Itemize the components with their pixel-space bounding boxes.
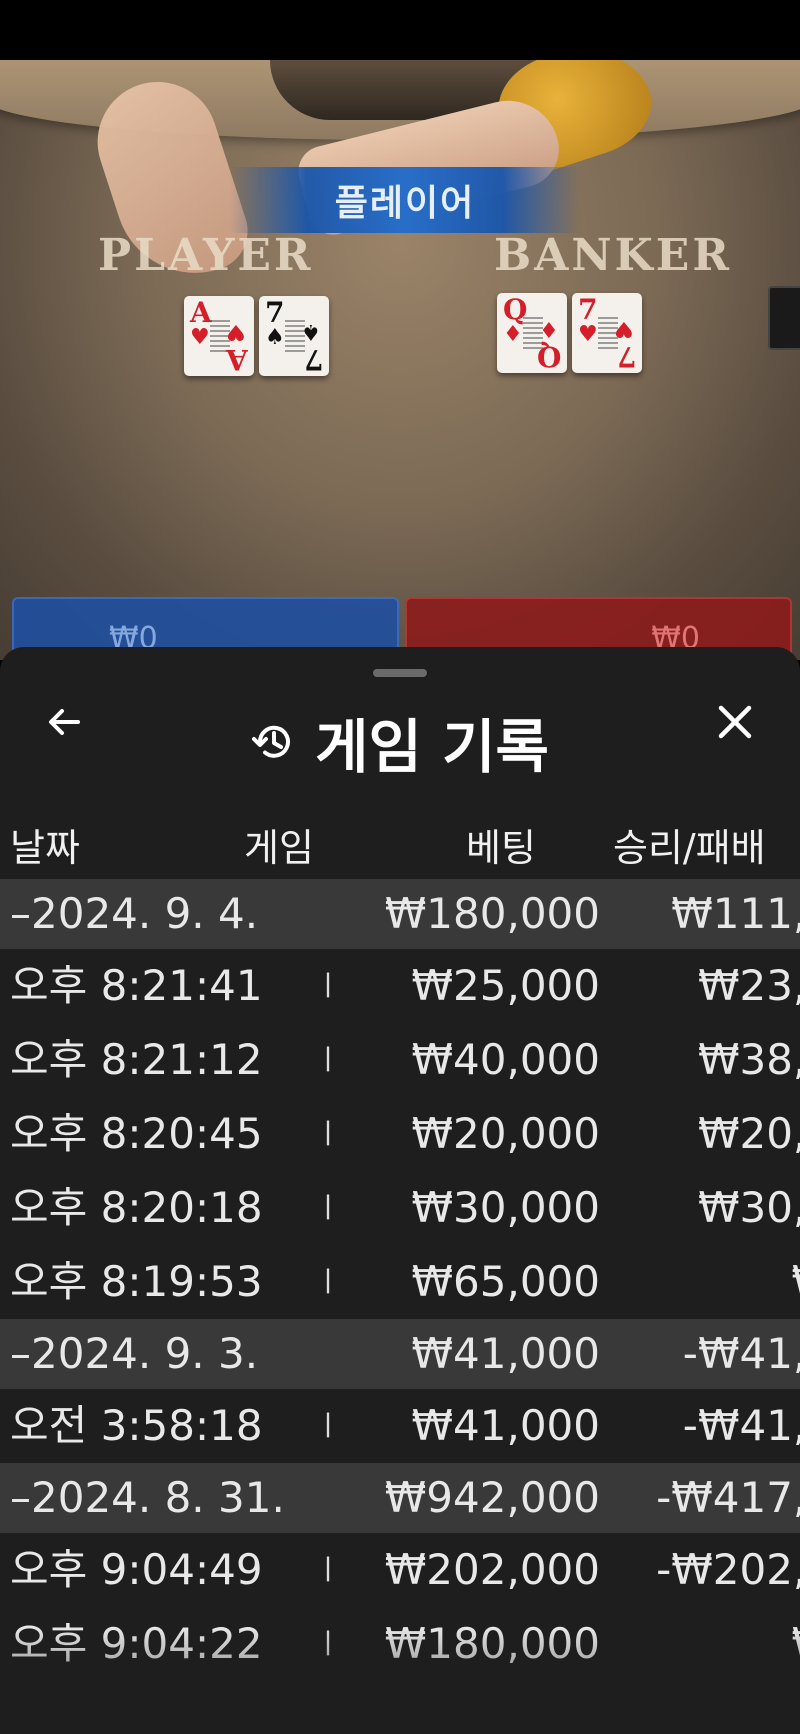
column-game: 게임 <box>244 826 314 870</box>
player-card-1: A ♥ ♥ A <box>184 296 254 376</box>
row-date: 오후 8:21:41 <box>10 961 263 1010</box>
date-group-row[interactable]: –2024. 9. 3. ₩41,000 -₩41,0 <box>0 1319 800 1389</box>
date-group-row[interactable]: –2024. 8. 31. ₩942,000 -₩417,5 <box>0 1463 800 1533</box>
row-bet: ₩41,000 <box>411 1401 601 1450</box>
row-bet: ₩180,000 <box>384 889 600 938</box>
row-game: ㅣ <box>315 1043 341 1076</box>
column-date: 날짜 <box>10 826 80 870</box>
row-date: 오후 8:19:53 <box>10 1257 263 1306</box>
date-group-row[interactable]: –2024. 9. 4. ₩180,000 ₩111,7 <box>0 879 800 949</box>
row-win-loss: -₩41,0 <box>682 1329 800 1378</box>
row-win-loss: -₩417,5 <box>656 1473 800 1522</box>
banker-card-1: Q ♦ ♦ Q <box>497 293 567 373</box>
row-win-loss: ₩38,0 <box>697 1035 800 1084</box>
scroll-fade <box>0 1627 800 1734</box>
row-game: ㅣ <box>315 1191 341 1224</box>
live-video: 플레이어 PLAYER BANKER A ♥ ♥ A 7 ♠ ♠ 7 Q ♦ ♦ Q 7 ♥ … <box>0 60 800 660</box>
history-table: –2024. 9. 4. ₩180,000 ₩111,7 오후 8:21:41 ㅣ ₩25… <box>0 879 800 1681</box>
drag-handle[interactable] <box>373 669 427 677</box>
row-date: –2024. 9. 3. <box>10 1329 259 1378</box>
row-bet: ₩40,000 <box>411 1035 601 1084</box>
row-bet: ₩25,000 <box>411 961 601 1010</box>
row-win-loss: ₩20,0 <box>697 1109 800 1158</box>
row-bet: ₩65,000 <box>411 1257 601 1306</box>
row-date: 오후 9:04:49 <box>10 1545 263 1594</box>
banker-label: BANKER <box>494 230 732 281</box>
row-game: ㅣ <box>315 1117 341 1150</box>
row-bet: ₩30,000 <box>411 1183 601 1232</box>
row-date: 오후 8:20:45 <box>10 1109 263 1158</box>
row-game: ㅣ <box>315 1553 341 1586</box>
row-win-loss: ₩23,7 <box>697 961 800 1010</box>
row-win-loss: -₩41,0 <box>682 1401 800 1450</box>
row-bet: ₩942,000 <box>384 1473 600 1522</box>
top-bar <box>0 0 800 60</box>
table-row[interactable]: 오후 8:20:18 ㅣ ₩30,000 ₩30,0 <box>0 1171 800 1245</box>
history-icon <box>252 725 291 758</box>
table-row[interactable]: 오후 8:21:12 ㅣ ₩40,000 ₩38,0 <box>0 1023 800 1097</box>
table-row[interactable]: 오후 9:04:49 ㅣ ₩202,000 -₩202,0 <box>0 1533 800 1607</box>
table-row[interactable]: 오후 8:20:45 ㅣ ₩20,000 ₩20,0 <box>0 1097 800 1171</box>
sheet-title: 게임 기록 <box>315 713 549 781</box>
banker-card-2: 7 ♥ ♥ 7 <box>572 293 642 373</box>
game-history-sheet: 게임 기록 날짜 게임 베팅 승리/패배 –2024. 9. 4. ₩180,00… <box>0 647 800 1734</box>
sheet-header: 게임 기록 <box>0 702 800 782</box>
row-win-loss: ₩111,7 <box>671 889 800 938</box>
row-date: –2024. 9. 4. <box>10 889 259 938</box>
column-bet: 베팅 <box>466 826 536 870</box>
row-date: –2024. 8. 31. <box>10 1473 285 1522</box>
row-game: ㅣ <box>315 1409 341 1442</box>
row-date: 오후 8:21:12 <box>10 1035 263 1084</box>
row-win-loss: ₩ <box>613 1245 800 1319</box>
table-row[interactable]: 오후 8:21:41 ㅣ ₩25,000 ₩23,7 <box>0 949 800 1023</box>
player-label: PLAYER <box>98 230 314 281</box>
close-icon <box>718 705 752 739</box>
row-game: ㅣ <box>315 1265 341 1298</box>
table-row[interactable]: 오전 3:58:18 ㅣ ₩41,000 -₩41,0 <box>0 1389 800 1463</box>
row-date: 오후 8:20:18 <box>10 1183 263 1232</box>
player-card-2: 7 ♠ ♠ 7 <box>259 296 329 376</box>
row-bet: ₩20,000 <box>411 1109 601 1158</box>
row-game: ㅣ <box>315 969 341 1002</box>
round-result-banner: 플레이어 <box>230 167 580 233</box>
close-button[interactable] <box>705 692 765 752</box>
table-header: 날짜 게임 베팅 승리/패배 <box>0 817 800 872</box>
row-bet: ₩41,000 <box>411 1329 601 1378</box>
row-win-loss: -₩202,0 <box>656 1545 800 1594</box>
row-win-loss: ₩30,0 <box>697 1183 800 1232</box>
row-bet: ₩202,000 <box>384 1545 600 1594</box>
row-date: 오전 3:58:18 <box>10 1401 263 1450</box>
table-row[interactable]: 오후 8:19:53 ㅣ ₩65,000₩ <box>0 1245 800 1319</box>
card-shoe <box>768 286 800 350</box>
column-win-loss: 승리/패배 <box>613 826 766 870</box>
